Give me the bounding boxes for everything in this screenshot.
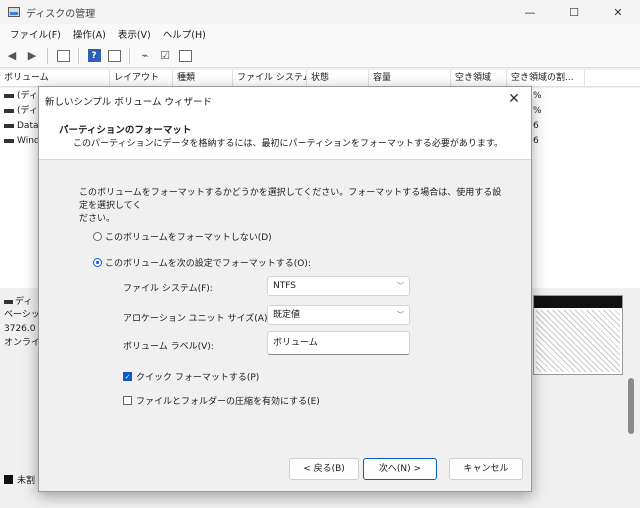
next-button[interactable]: 次へ(N) > [363,458,437,480]
intro-text: このボリュームをフォーマットするかどうかを選択してください。フォーマットする場合… [79,188,502,224]
cancel-button[interactable]: キャンセル [449,458,523,480]
quick-format-checkbox-row[interactable]: ✓ クイック フォーマットする(P) [123,370,259,383]
volume-row[interactable]: Data [4,118,39,134]
dialog-close-button[interactable]: ✕ [505,90,523,108]
dialog-title: 新しいシンプル ボリューム ウィザード [45,97,212,108]
drive-icon [4,108,14,113]
menu-file[interactable]: ファイル(F) [4,27,67,41]
checkbox-checked[interactable]: ✓ [123,372,132,381]
back-button[interactable]: < 戻る(B) [289,458,359,480]
legend-unallocated: 未割 [4,473,35,486]
volume-label-input[interactable]: ボリューム [267,331,410,355]
checklist-icon[interactable]: ☑ [157,48,173,64]
volume-row[interactable]: Wind [4,133,40,149]
column-status[interactable]: 状態 [307,70,369,87]
compression-checkbox-row[interactable]: ファイルとフォルダーの圧縮を有効にする(E) [123,394,320,407]
column-type[interactable]: 種類 [173,70,233,87]
close-button[interactable]: ✕ [596,0,640,24]
disk-management-icon [8,7,20,17]
wizard-page-title: パーティションのフォーマット [59,125,192,136]
minimize-button[interactable]: — [508,0,552,24]
connect-icon[interactable]: ⌁ [137,48,153,64]
free-percent-cell: 6 [533,136,539,146]
filesystem-select[interactable]: NTFS ﹀ [267,276,410,296]
chevron-down-icon: ﹀ [397,282,404,290]
menu-bar: ファイル(F) 操作(A) 表示(V) ヘルプ(H) [0,24,640,44]
maximize-button[interactable]: ☐ [552,0,596,24]
column-layout[interactable]: レイアウト [110,70,173,87]
new-simple-volume-wizard: 新しいシンプル ボリューム ウィザード ✕ パーティションのフォーマット このパ… [38,86,532,492]
radio-format-with-settings[interactable]: このボリュームを次の設定でフォーマットする(O): [93,256,311,269]
scrollbar-thumb[interactable] [628,378,634,434]
checkbox-unchecked[interactable] [123,396,132,405]
chevron-down-icon: ﹀ [397,311,404,319]
column-filesystem[interactable]: ファイル システム [233,70,307,87]
filesystem-label: ファイル システム(F): [123,284,213,294]
toolbar-separator [78,47,79,64]
radio-button[interactable] [93,232,102,241]
free-percent-cell: 6 [533,121,539,131]
dialog-title-bar: 新しいシンプル ボリューム ウィザード ✕ [39,87,531,113]
column-capacity[interactable]: 容量 [369,70,451,87]
drive-icon [4,123,14,128]
allocation-unit-label: アロケーション ユニット サイズ(A): [123,314,271,324]
toolbar: ◀ ▶ ? ⌁ ☑ [0,44,640,68]
toolbar-separator [129,47,130,64]
toolbar-separator [47,47,48,64]
menu-view[interactable]: 表示(V) [112,27,157,41]
column-volume[interactable]: ボリューム [0,70,110,87]
back-arrow-icon[interactable]: ◀ [4,48,20,64]
forward-arrow-icon[interactable]: ▶ [24,48,40,64]
free-percent-cell: % [533,106,542,116]
drive-icon [4,93,14,98]
help-icon[interactable]: ? [86,48,102,64]
console-tree-icon[interactable] [55,48,71,64]
properties-icon[interactable] [106,48,122,64]
radio-do-not-format[interactable]: このボリュームをフォーマットしない(D) [93,230,272,243]
volume-list-header: ボリューム レイアウト 種類 ファイル システム 状態 容量 空き領域 空き領域… [0,70,640,87]
legend-swatch [4,475,13,484]
window-title: ディスクの管理 [26,8,96,20]
column-free-percent[interactable]: 空き領域の割... [507,70,585,87]
drive-icon [4,138,14,143]
partition-block[interactable] [533,295,623,375]
menu-action[interactable]: 操作(A) [67,27,112,41]
radio-button-selected[interactable] [93,258,102,267]
allocation-unit-select[interactable]: 既定値 ﹀ [267,305,410,325]
title-bar: ディスクの管理 — ☐ ✕ [0,0,640,24]
wizard-page-subtitle: このパーティションにデータを格納するには、最初にパーティションをフォーマットする… [73,139,504,149]
wizard-header: パーティションのフォーマット このパーティションにデータを格納するには、最初にパ… [39,113,531,160]
disk-icon [4,299,13,304]
free-percent-cell: % [533,91,542,101]
settings-panel-icon[interactable] [177,48,193,64]
column-free-space[interactable]: 空き領域 [451,70,507,87]
menu-help[interactable]: ヘルプ(H) [157,27,212,41]
volume-label-label: ボリューム ラベル(V): [123,342,214,352]
